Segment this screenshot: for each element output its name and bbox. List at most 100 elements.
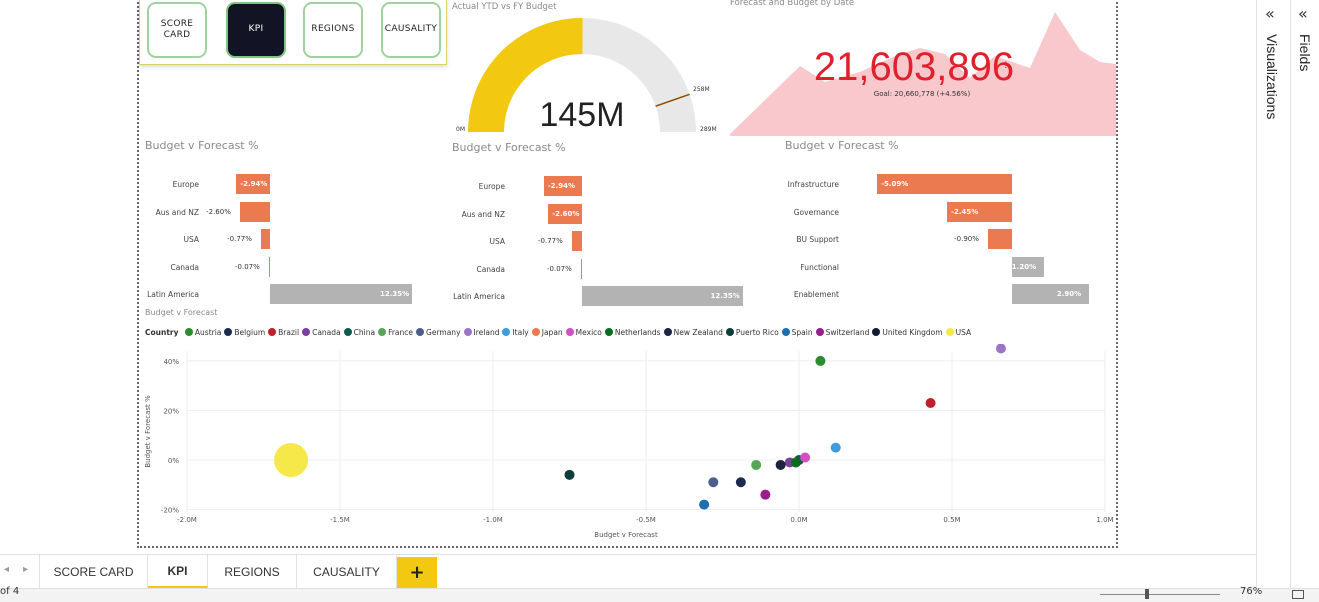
legend-item[interactable]: New Zealand <box>663 328 723 337</box>
scatter-point[interactable] <box>995 344 1006 354</box>
bar-row[interactable]: Aus and NZ -2.60% <box>139 201 429 222</box>
x-tick-label: -1.0M <box>483 516 503 524</box>
bar-row[interactable]: Governance -2.45% <box>779 201 1099 222</box>
scatter-point[interactable] <box>925 398 936 409</box>
zoom-slider[interactable] <box>1100 594 1220 595</box>
legend-dot-icon <box>302 328 311 336</box>
scatter-legend[interactable]: Country Austria Belgium Brazil Canada China F… <box>145 328 1105 340</box>
legend-dot-icon <box>343 328 352 336</box>
kpi-visual[interactable]: 21,603,896 ! Goal: 20,660,778 (+4.56%) <box>730 8 1116 136</box>
tab-regions[interactable]: REGIONS <box>208 555 297 589</box>
legend-item[interactable]: Canada <box>302 328 341 337</box>
scatter-point[interactable] <box>274 442 309 477</box>
page-tab-bar: ◂ ▸ SCORE CARD KPI REGIONS CAUSALITY + <box>0 554 1256 589</box>
bar-chart-function[interactable]: Infrastructure -5.09% Governance -2.45% BU S… <box>779 174 1099 314</box>
legend-item[interactable]: USA <box>945 328 971 337</box>
tab-scroll-right-icon[interactable]: ▸ <box>23 564 28 575</box>
bar-category-label: Enablement <box>793 290 839 299</box>
kpi-trend-mark: ! <box>1004 61 1008 71</box>
legend-item[interactable]: Ireland <box>463 328 499 337</box>
legend-item[interactable]: Austria <box>184 328 221 337</box>
bar[interactable] <box>240 201 270 222</box>
y-tick-label: 0% <box>168 457 179 465</box>
scatter-point[interactable] <box>790 457 801 468</box>
tab-causality[interactable]: CAUSALITY <box>297 555 397 589</box>
legend-item[interactable]: China <box>343 328 375 337</box>
bar[interactable] <box>581 258 582 279</box>
bar-category-label: Europe <box>478 182 505 191</box>
bar[interactable] <box>988 229 1012 249</box>
legend-dot-icon <box>463 328 472 336</box>
bar-chart-region[interactable]: Europe -2.94% Aus and NZ -2.60% USA -0.77% Can… <box>445 176 745 316</box>
gauge-visual[interactable]: 145M 0M 289M 258M <box>452 12 732 136</box>
y-tick-label: 20% <box>163 407 179 415</box>
scatter-point[interactable] <box>800 452 811 463</box>
bar-row[interactable]: Canada -0.07% <box>139 256 429 277</box>
legend-label: Mexico <box>575 328 602 337</box>
bar-row[interactable]: Latin America 12.35% <box>445 286 745 306</box>
bar-row[interactable]: Europe -2.94% <box>139 174 429 194</box>
fit-to-page-icon[interactable] <box>1292 590 1304 599</box>
scatter-point[interactable] <box>815 355 826 366</box>
scatter-point[interactable] <box>735 477 746 488</box>
bar-row[interactable]: USA -0.77% <box>445 231 745 251</box>
bar-row[interactable]: Enablement 2.90% <box>779 284 1099 304</box>
bar-row[interactable]: BU Support -0.90% <box>779 229 1099 249</box>
scatter-plot[interactable]: -2.0M -1.5M -1.0M -0.5M 0.0M 0.5M 1.0M 40% 20% 0%… <box>141 344 1116 544</box>
legend-dot-icon <box>565 328 574 336</box>
fields-pane-collapsed[interactable]: « Fields <box>1290 0 1319 588</box>
add-page-button[interactable]: + <box>397 557 437 588</box>
nav-button-regions[interactable]: REGIONS <box>303 2 363 58</box>
legend-label: France <box>388 328 414 337</box>
bar-chart-region[interactable]: Europe -2.94% Aus and NZ -2.60% USA -0.77% Can… <box>139 174 429 314</box>
nav-button-kpi[interactable]: KPI <box>226 2 286 58</box>
bar-data-label: -0.07% <box>235 262 260 271</box>
bar-data-label: -0.90% <box>954 235 979 243</box>
scatter-point[interactable] <box>564 469 575 480</box>
visualizations-pane-collapsed[interactable]: « Visualizations <box>1256 0 1290 588</box>
bar-row[interactable]: Infrastructure -5.09% <box>779 174 1099 194</box>
scatter-point[interactable] <box>760 489 771 500</box>
legend-item[interactable]: Belgium <box>224 328 265 337</box>
bar-data-label: -2.60% <box>206 207 231 216</box>
bar-row[interactable]: Europe -2.94% <box>445 176 745 196</box>
legend-item[interactable]: Italy <box>502 328 529 337</box>
nav-button-label: CAUSALITY <box>384 24 438 35</box>
scatter-point[interactable] <box>699 499 710 510</box>
tab-scroll-left-icon[interactable]: ◂ <box>4 564 9 575</box>
page-navigation-group: SCORE CARD KPI REGIONS CAUSALITY <box>139 0 447 65</box>
bar-row[interactable]: Latin America 12.35% <box>139 284 429 304</box>
legend-item[interactable]: Japan <box>531 328 563 337</box>
legend-item[interactable]: United Kingdom <box>872 328 943 337</box>
scatter-point[interactable] <box>775 459 786 470</box>
legend-item[interactable]: Germany <box>416 328 461 337</box>
legend-item[interactable]: Spain <box>781 328 813 337</box>
tab-kpi[interactable]: KPI <box>148 555 208 589</box>
legend-item[interactable]: Mexico <box>565 328 602 337</box>
legend-item[interactable]: Switzerland <box>815 328 869 337</box>
bar[interactable] <box>269 256 270 277</box>
scatter-point[interactable] <box>830 442 841 453</box>
zoom-slider-thumb[interactable] <box>1145 589 1149 599</box>
legend-label: Germany <box>426 328 461 337</box>
tab-score-card[interactable]: SCORE CARD <box>40 555 148 589</box>
nav-button-score-card[interactable]: SCORE CARD <box>147 2 207 58</box>
report-canvas: SCORE CARD KPI REGIONS CAUSALITY Actual Y… <box>137 0 1118 548</box>
bar-category-label: USA <box>489 237 505 246</box>
scatter-point[interactable] <box>708 477 719 488</box>
bar-row[interactable]: Canada -0.07% <box>445 258 745 279</box>
legend-item[interactable]: Netherlands <box>604 328 661 337</box>
legend-item[interactable]: France <box>378 328 413 337</box>
nav-button-causality[interactable]: CAUSALITY <box>381 2 441 58</box>
expand-fields-icon[interactable]: « <box>1298 4 1308 23</box>
bar[interactable] <box>261 229 270 249</box>
legend-item[interactable]: Puerto Rico <box>725 328 779 337</box>
bar-row[interactable]: USA -0.77% <box>139 229 429 249</box>
scatter-point[interactable] <box>751 459 762 470</box>
bar-row[interactable]: Functional 1.20% <box>779 256 1099 277</box>
expand-visualizations-icon[interactable]: « <box>1265 4 1275 23</box>
legend-dot-icon <box>781 328 790 336</box>
bar-row[interactable]: Aus and NZ -2.60% <box>445 203 745 224</box>
legend-item[interactable]: Brazil <box>268 328 299 337</box>
bar[interactable] <box>571 231 582 251</box>
